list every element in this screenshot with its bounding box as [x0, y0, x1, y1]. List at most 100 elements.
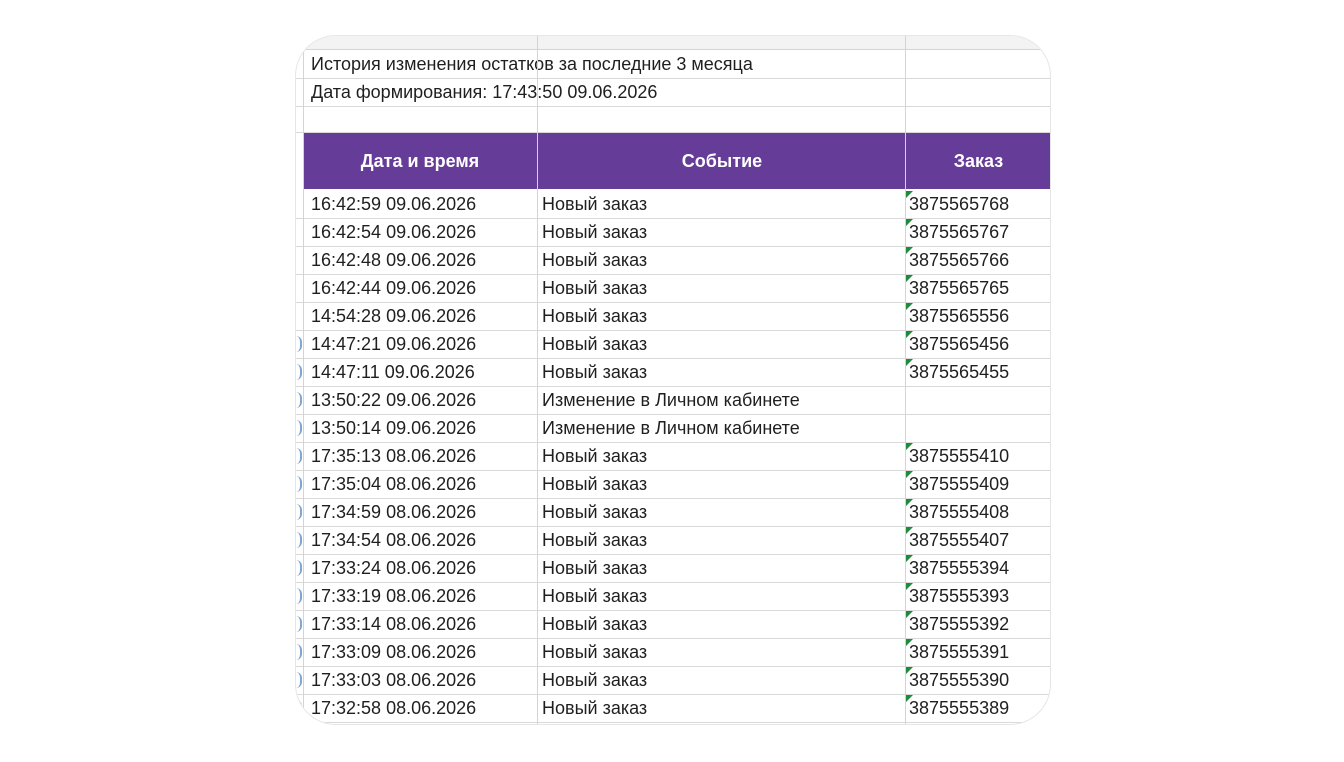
- cell-event[interactable]: Изменение в Личном кабинете: [542, 386, 800, 414]
- table-row[interactable]: 17:32:58 08.06.2026 Новый заказ 3875555389: [296, 694, 1050, 723]
- cell-event[interactable]: Изменение в Личном кабинете: [542, 414, 800, 442]
- header-event[interactable]: Событие: [537, 133, 906, 189]
- row-header-edge: [296, 700, 302, 716]
- cell-datetime[interactable]: 17:34:54 08.06.2026: [311, 526, 476, 554]
- row-header-edge: [296, 616, 302, 632]
- table-row[interactable]: 17:34:59 08.06.2026 Новый заказ 3875555408: [296, 498, 1050, 527]
- table-row[interactable]: 16:42:54 09.06.2026 Новый заказ 3875565767: [296, 218, 1050, 247]
- cell-event[interactable]: Новый заказ: [542, 358, 647, 386]
- cell-event[interactable]: Новый заказ: [542, 190, 647, 218]
- row-header-edge: [296, 476, 302, 492]
- table-row[interactable]: 13:50:14 09.06.2026 Изменение в Личном ка…: [296, 414, 1050, 443]
- report-title: История изменения остатков за последние …: [311, 54, 753, 74]
- cell-datetime[interactable]: 17:33:19 08.06.2026: [311, 582, 476, 610]
- header-order[interactable]: Заказ: [905, 133, 1050, 189]
- row-header-edge: [296, 672, 302, 688]
- cell-datetime[interactable]: 16:42:48 09.06.2026: [311, 246, 476, 274]
- cell-order[interactable]: 3875555389: [909, 694, 1009, 722]
- cell-datetime[interactable]: 17:33:09 08.06.2026: [311, 638, 476, 666]
- cell-event[interactable]: Новый заказ: [542, 274, 647, 302]
- cell-datetime[interactable]: 17:32:58 08.06.2026: [311, 694, 476, 722]
- row-header-edge: [296, 644, 302, 660]
- table-row[interactable]: 17:33:03 08.06.2026 Новый заказ 3875555390: [296, 666, 1050, 695]
- cell-order[interactable]: 3875565456: [909, 330, 1009, 358]
- spreadsheet-card: История изменения остатков за последние …: [296, 36, 1050, 724]
- column-header-strip[interactable]: [296, 36, 1050, 50]
- cell-event[interactable]: Новый заказ: [542, 218, 647, 246]
- cell-order[interactable]: 3875555407: [909, 526, 1009, 554]
- table-row[interactable]: 14:47:11 09.06.2026 Новый заказ 3875565455: [296, 358, 1050, 387]
- cell-datetime[interactable]: 17:33:03 08.06.2026: [311, 666, 476, 694]
- cell-event[interactable]: Новый заказ: [542, 442, 647, 470]
- cell-order[interactable]: 3875555394: [909, 554, 1009, 582]
- table-header-row[interactable]: Дата и время Событие Заказ: [303, 133, 1050, 189]
- cell-event[interactable]: Новый заказ: [542, 498, 647, 526]
- cell-event[interactable]: Новый заказ: [542, 470, 647, 498]
- row-header-edge: [296, 532, 302, 548]
- cell-event[interactable]: Новый заказ: [542, 330, 647, 358]
- table-row[interactable]: 17:35:13 08.06.2026 Новый заказ 3875555410: [296, 442, 1050, 471]
- cell-event[interactable]: Новый заказ: [542, 526, 647, 554]
- gridline: [303, 36, 304, 724]
- table-row[interactable]: 17:34:54 08.06.2026 Новый заказ 3875555407: [296, 526, 1050, 555]
- cell-datetime[interactable]: 17:35:04 08.06.2026: [311, 470, 476, 498]
- cell-datetime[interactable]: 17:35:13 08.06.2026: [311, 442, 476, 470]
- cell-datetime[interactable]: 14:47:21 09.06.2026: [311, 330, 476, 358]
- report-title-row[interactable]: История изменения остатков за последние …: [296, 50, 1050, 79]
- cell-order[interactable]: 3875555390: [909, 666, 1009, 694]
- cell-datetime[interactable]: 17:34:59 08.06.2026: [311, 498, 476, 526]
- table-row[interactable]: 16:42:48 09.06.2026 Новый заказ 3875565766: [296, 246, 1050, 275]
- table-row[interactable]: 14:54:28 09.06.2026 Новый заказ 3875565556: [296, 302, 1050, 331]
- row-header-edge: [296, 448, 302, 464]
- cell-order[interactable]: 3875555392: [909, 610, 1009, 638]
- row-header-edge: [296, 560, 302, 576]
- row-header-edge: [296, 504, 302, 520]
- cell-event[interactable]: Новый заказ: [542, 638, 647, 666]
- spreadsheet-grid: История изменения остатков за последние …: [296, 36, 1050, 724]
- cell-datetime[interactable]: 16:42:44 09.06.2026: [311, 274, 476, 302]
- cell-event[interactable]: Новый заказ: [542, 610, 647, 638]
- cell-event[interactable]: Новый заказ: [542, 302, 647, 330]
- table-row[interactable]: 14:47:21 09.06.2026 Новый заказ 3875565456: [296, 330, 1050, 359]
- cell-datetime[interactable]: 14:47:11 09.06.2026: [311, 358, 475, 386]
- cell-order[interactable]: 3875565556: [909, 302, 1009, 330]
- cell-order[interactable]: 3875565768: [909, 190, 1009, 218]
- gridline: [537, 36, 538, 724]
- cell-datetime[interactable]: 13:50:14 09.06.2026: [311, 414, 476, 442]
- header-datetime[interactable]: Дата и время: [303, 133, 537, 189]
- cell-datetime[interactable]: 17:33:24 08.06.2026: [311, 554, 476, 582]
- table-row[interactable]: 17:33:19 08.06.2026 Новый заказ 3875555393: [296, 582, 1050, 611]
- cell-event[interactable]: Новый заказ: [542, 582, 647, 610]
- cell-datetime[interactable]: 16:42:59 09.06.2026: [311, 190, 476, 218]
- cell-order[interactable]: 3875565455: [909, 358, 1009, 386]
- cell-order[interactable]: 3875555410: [909, 442, 1009, 470]
- cell-order[interactable]: 3875555408: [909, 498, 1009, 526]
- gridline: [905, 36, 906, 724]
- cell-order[interactable]: 3875565766: [909, 246, 1009, 274]
- table-row[interactable]: 16:42:59 09.06.2026 Новый заказ 3875565768: [296, 190, 1050, 219]
- cell-datetime[interactable]: 14:54:28 09.06.2026: [311, 302, 476, 330]
- cell-event[interactable]: Новый заказ: [542, 666, 647, 694]
- table-row[interactable]: 17:33:09 08.06.2026 Новый заказ 3875555391: [296, 638, 1050, 667]
- cell-datetime[interactable]: 17:33:14 08.06.2026: [311, 610, 476, 638]
- cell-datetime[interactable]: 13:50:22 09.06.2026: [311, 386, 476, 414]
- table-row[interactable]: 17:35:04 08.06.2026 Новый заказ 3875555409: [296, 470, 1050, 499]
- table-row[interactable]: 13:50:22 09.06.2026 Изменение в Личном ка…: [296, 386, 1050, 415]
- cell-event[interactable]: Новый заказ: [542, 694, 647, 722]
- report-generated-row[interactable]: Дата формирования: 17:43:50 09.06.2026: [296, 78, 1050, 107]
- table-row[interactable]: 17:33:24 08.06.2026 Новый заказ 3875555394: [296, 554, 1050, 583]
- cell-order[interactable]: 3875565765: [909, 274, 1009, 302]
- row-header-edge: [296, 392, 302, 408]
- cell-event[interactable]: Новый заказ: [542, 554, 647, 582]
- table-row[interactable]: 16:42:44 09.06.2026 Новый заказ 3875565765: [296, 274, 1050, 303]
- cell-order[interactable]: 3875555409: [909, 470, 1009, 498]
- cell-order[interactable]: 3875555393: [909, 582, 1009, 610]
- cell-datetime[interactable]: 16:42:54 09.06.2026: [311, 218, 476, 246]
- empty-row[interactable]: [296, 106, 1050, 133]
- report-generated-date: Дата формирования: 17:43:50 09.06.2026: [311, 82, 658, 102]
- cell-event[interactable]: Новый заказ: [542, 246, 647, 274]
- row-header-edge: [296, 588, 302, 604]
- cell-order[interactable]: 3875565767: [909, 218, 1009, 246]
- table-row[interactable]: 17:33:14 08.06.2026 Новый заказ 3875555392: [296, 610, 1050, 639]
- cell-order[interactable]: 3875555391: [909, 638, 1009, 666]
